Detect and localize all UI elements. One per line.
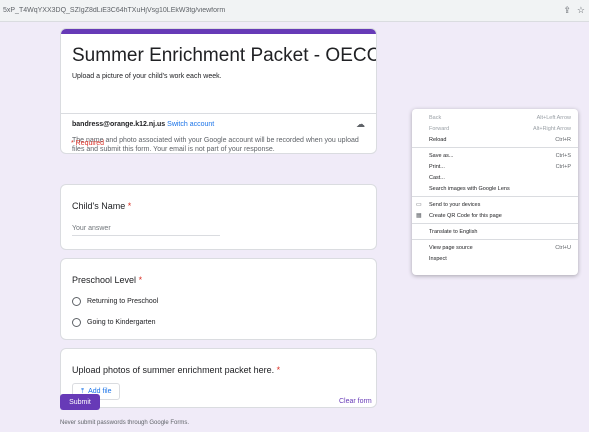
menu-item-qr-code[interactable]: ▦ Create QR Code for this page [412, 210, 578, 221]
form-title: Summer Enrichment Packet - OECC [72, 45, 377, 66]
address-bar[interactable]: 5xP_T4WqYXX3DQ_SZIgZ8dLiE3C64hTXuHjVsg10… [0, 0, 589, 22]
cloud-icon: ☁ [356, 119, 365, 129]
required-note: * Required [71, 140, 105, 147]
url-text[interactable]: 5xP_T4WqYXX3DQ_SZIgZ8dLiE3C64hTXuHjVsg10… [0, 7, 225, 14]
clear-form-link[interactable]: Clear form [339, 398, 372, 405]
menu-separator [412, 196, 578, 197]
menu-item-send-to-devices[interactable]: ▭ Send to your devices [412, 199, 578, 210]
menu-item-back[interactable]: Back Alt+Left Arrow [412, 112, 578, 123]
menu-item-print[interactable]: Print... Ctrl+P [412, 161, 578, 172]
context-menu: Back Alt+Left Arrow Forward Alt+Right Arro… [412, 109, 578, 275]
menu-item-view-source[interactable]: View page source Ctrl+U [412, 242, 578, 253]
question-preschool-level: Preschool Level * Returning to Preschool… [60, 258, 377, 340]
menu-item-google-lens[interactable]: Search images with Google Lens [412, 183, 578, 194]
menu-separator [412, 147, 578, 148]
question-label: Preschool Level * [72, 275, 143, 285]
question-upload: Upload photos of summer enrichment packe… [60, 348, 377, 408]
menu-item-translate[interactable]: Translate to English [412, 226, 578, 237]
divider [61, 113, 376, 114]
radio-circle-icon[interactable] [72, 318, 81, 327]
menu-item-reload[interactable]: Reload Ctrl+R [412, 134, 578, 145]
question-child-name: Child's Name * Your answer [60, 184, 377, 250]
menu-item-cast[interactable]: Cast... [412, 172, 578, 183]
question-label: Upload photos of summer enrichment packe… [72, 365, 281, 375]
menu-item-forward[interactable]: Forward Alt+Right Arrow [412, 123, 578, 134]
account-notice: The name and photo associated with your … [72, 137, 359, 153]
menu-separator [412, 239, 578, 240]
radio-returning-to-preschool[interactable]: Returning to Preschool [72, 297, 158, 306]
switch-account-link[interactable]: Switch account [167, 121, 214, 128]
menu-item-save-as[interactable]: Save as... Ctrl+S [412, 150, 578, 161]
share-icon[interactable]: ⇪ [563, 5, 571, 15]
form-description: Upload a picture of your child's work ea… [72, 73, 222, 80]
devices-icon: ▭ [416, 202, 422, 208]
account-line: bandress@orange.k12.nj.us Switch account [72, 121, 214, 128]
star-icon[interactable]: ☆ [577, 5, 585, 15]
submit-button[interactable]: Submit [60, 394, 100, 410]
menu-separator [412, 223, 578, 224]
menu-item-inspect[interactable]: Inspect [412, 253, 578, 264]
qr-code-icon: ▦ [416, 213, 422, 219]
radio-circle-icon[interactable] [72, 297, 81, 306]
footer-note: Never submit passwords through Google Fo… [60, 420, 190, 426]
child-name-input[interactable]: Your answer [72, 225, 220, 236]
form-header-card: Summer Enrichment Packet - OECC Upload a… [60, 28, 377, 154]
question-label: Child's Name * [72, 201, 132, 211]
account-email: bandress@orange.k12.nj.us [72, 121, 166, 128]
radio-going-to-kindergarten[interactable]: Going to Kindergarten [72, 318, 156, 327]
